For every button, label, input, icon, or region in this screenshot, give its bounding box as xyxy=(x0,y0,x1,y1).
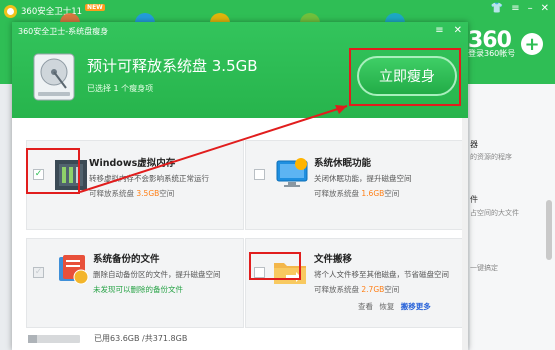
selected-count: 已选择 1 个瘦身项 xyxy=(87,84,154,93)
annotation-highlight-box xyxy=(249,252,301,280)
dialog-title: 360安全卫士-系统盘瘦身 xyxy=(18,27,109,36)
system-backup-checkbox: ✓ xyxy=(33,267,44,278)
sleep-monitor-icon xyxy=(276,158,308,187)
disk-usage-fill xyxy=(28,335,37,343)
close-icon[interactable]: ✕ xyxy=(541,3,549,14)
release-estimate-headline: 预计可释放系统盘 3.5GB xyxy=(87,57,258,75)
hard-disk-icon xyxy=(33,53,75,101)
right-item-sub: 的资源的程序 xyxy=(470,153,512,161)
system-disk-slimming-dialog: 360安全卫士-系统盘瘦身 ≡ ✕ 预计可释放系统盘 3.5GB 已选择 1 个… xyxy=(12,22,468,350)
background-scrollbar[interactable] xyxy=(546,200,552,260)
minimize-icon[interactable]: – xyxy=(528,3,533,14)
card-hibernation[interactable]: 系统休眠功能 关闭休眠功能，提升磁盘空间 可释放系统盘 1.6GB空间 xyxy=(245,140,463,230)
card-description: 删除自动备份区的文件，提升磁盘空间 xyxy=(93,270,221,279)
card-description: 关闭休眠功能，提升磁盘空间 xyxy=(314,174,412,183)
file-move-links: 查看 恢复 搬移更多 xyxy=(354,301,431,312)
restore-link[interactable]: 恢复 xyxy=(379,302,394,311)
annotation-highlight-box xyxy=(349,48,461,106)
card-description: 转移虚拟内存不会影响系统正常运行 xyxy=(89,174,209,183)
dialog-window-controls: ≡ ✕ xyxy=(435,25,462,36)
disk-usage-text: 已用63.6GB /共371.8GB xyxy=(94,334,188,343)
move-more-link[interactable]: 搬移更多 xyxy=(401,302,431,311)
background-titlebar: 360安全卫士11 NEW xyxy=(0,0,555,22)
menu-icon[interactable]: ≡ xyxy=(435,25,443,36)
card-release-info: 可释放系统盘 3.5GB空间 xyxy=(89,189,175,198)
background-window-controls: 👕 ≡ – ✕ xyxy=(491,3,549,14)
card-release-info: 可释放系统盘 1.6GB空间 xyxy=(314,189,400,198)
right-item-title[interactable]: 件 xyxy=(470,194,478,205)
backup-files-icon xyxy=(59,255,89,285)
new-badge: NEW xyxy=(85,3,105,11)
card-release-info: 未发现可以删除的备份文件 xyxy=(93,285,183,294)
right-item-title[interactable]: 器 xyxy=(470,139,478,150)
right-item-sub: 一键搞定 xyxy=(470,264,498,272)
annotation-highlight-box xyxy=(26,148,80,194)
app-logo-icon xyxy=(4,4,17,18)
right-item-sub: 占空间的大文件 xyxy=(470,209,519,217)
view-link[interactable]: 查看 xyxy=(358,302,373,311)
card-title: 系统休眠功能 xyxy=(314,158,372,169)
close-icon[interactable]: ✕ xyxy=(454,25,462,36)
login-link[interactable]: 登录360帐号 xyxy=(468,48,515,59)
disk-usage-bar xyxy=(28,335,80,343)
add-icon[interactable]: + xyxy=(521,33,543,55)
card-title: Windows虚拟内存 xyxy=(89,158,176,169)
shirt-icon[interactable]: 👕 xyxy=(491,3,503,14)
dialog-scrollbar[interactable] xyxy=(462,118,468,350)
card-title: 系统备份的文件 xyxy=(93,254,160,265)
card-release-info: 可释放系统盘 2.7GB空间 xyxy=(314,285,400,294)
card-description: 将个人文件移至其他磁盘，节省磁盘空间 xyxy=(314,270,449,279)
card-title: 文件搬移 xyxy=(314,254,353,265)
menu-icon[interactable]: ≡ xyxy=(511,3,519,14)
card-system-backup: ✓ 系统备份的文件 删除自动备份区的文件，提升磁盘空间 未发现可以删除的备份文件 xyxy=(26,238,244,328)
hibernation-checkbox[interactable] xyxy=(254,169,265,180)
